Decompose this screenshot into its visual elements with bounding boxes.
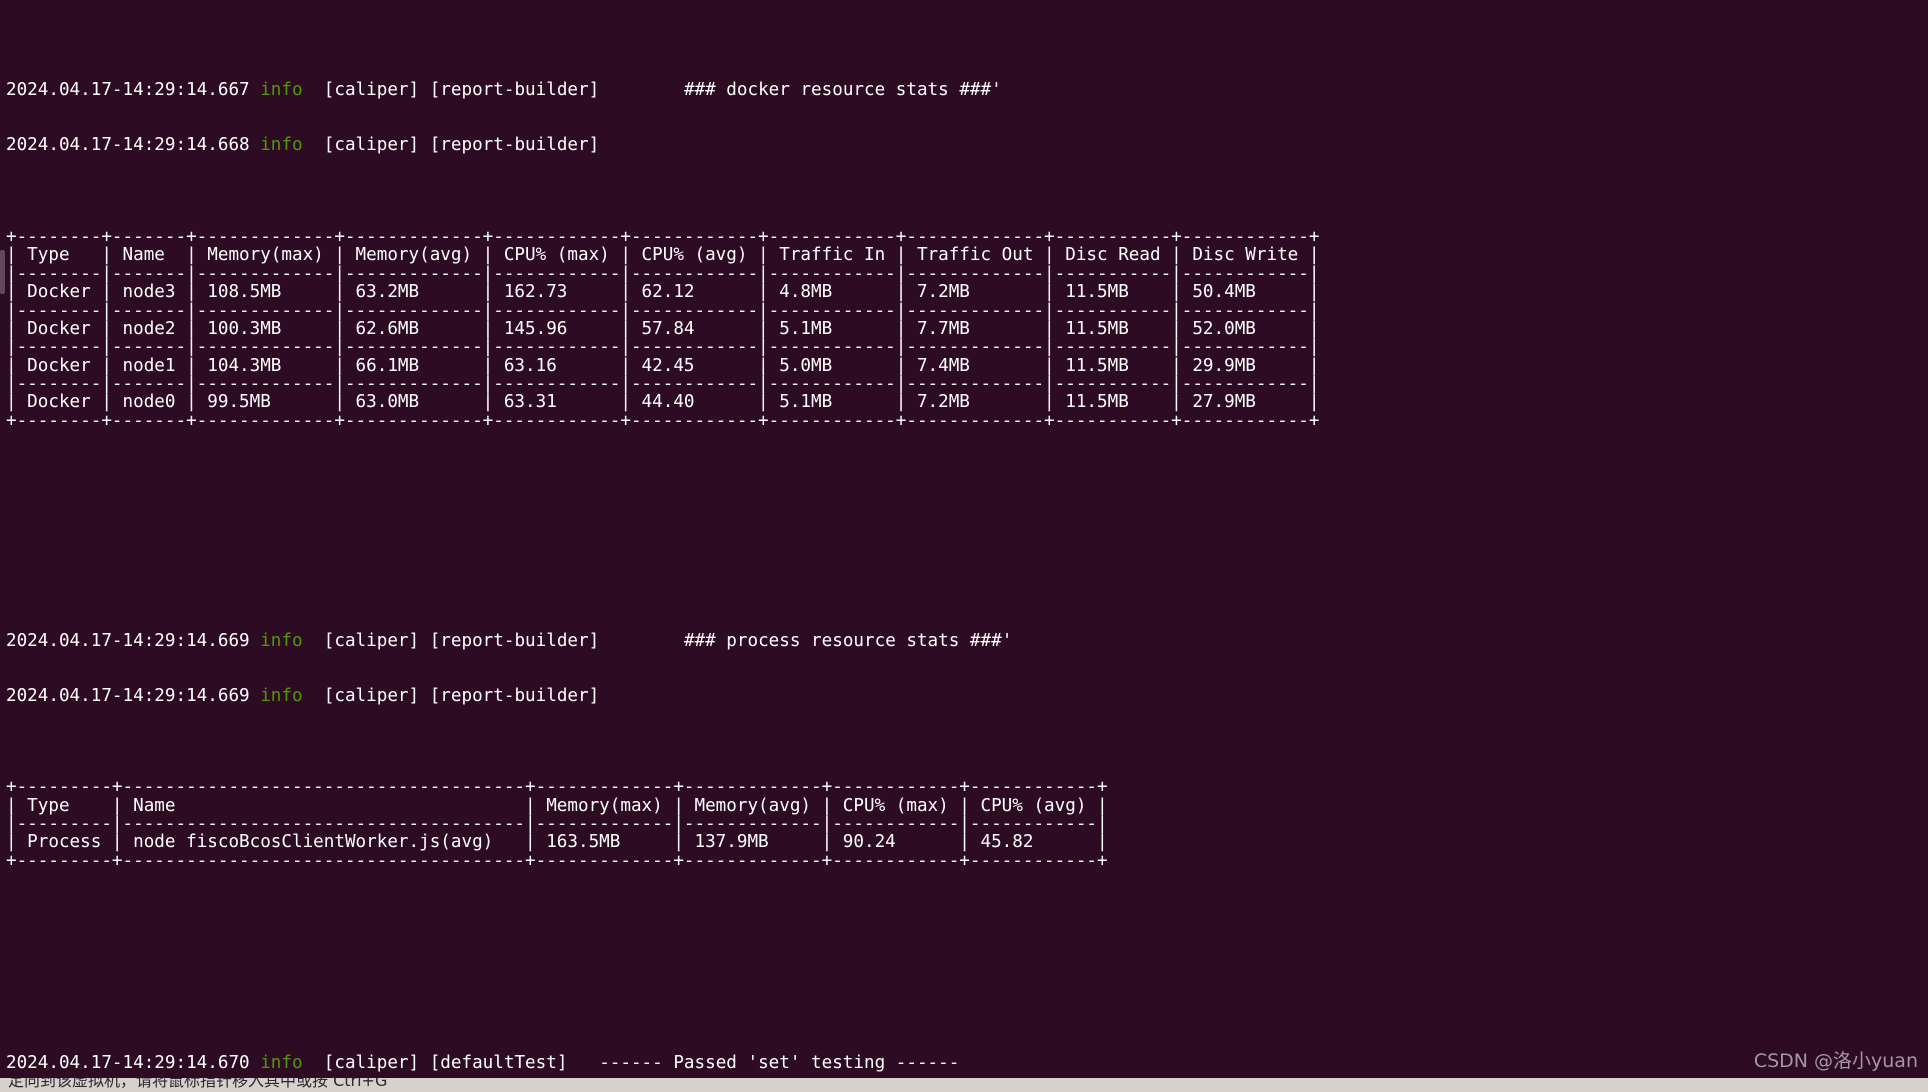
log-timestamp: 2024.04.17-14:29:14.669 [6, 630, 250, 651]
log-timestamp: 2024.04.17-14:29:14.667 [6, 80, 250, 101]
scrollbar-thumb[interactable] [0, 250, 5, 294]
watermark: CSDN @洛小yuan [1753, 1049, 1918, 1072]
table-row-separator: |--------|-------|-------------|--------… [6, 373, 1320, 394]
log-line-process-header-1: 2024.04.17-14:29:14.669 info [caliper] [… [6, 632, 1928, 650]
log-message: ------ Passed 'set' testing ------ [599, 1052, 960, 1073]
log-line-process-header-2: 2024.04.17-14:29:14.669 info [caliper] [… [6, 687, 1928, 705]
log-tags: [caliper] [report-builder] [323, 80, 600, 101]
table-border-bottom: +---------+-----------------------------… [6, 850, 1108, 871]
table-header-row: | Type | Name | Memory(max) | Memory(avg… [6, 795, 1108, 816]
log-level: info [260, 685, 303, 706]
table-row: | Docker | node1 | 104.3MB | 66.1MB | 63… [6, 355, 1320, 376]
log-line-docker-header-1: 2024.04.17-14:29:14.667 info [caliper] [… [6, 81, 1928, 99]
vm-status-bar-text: 定向到该虚拟机，请将鼠标指针移入其中或按 Ctrl+G [8, 1078, 388, 1090]
table-row: | Docker | node0 | 99.5MB | 63.0MB | 63.… [6, 392, 1320, 413]
log-level: info [260, 80, 303, 101]
table-row-separator: |---------|-----------------------------… [6, 814, 1108, 835]
table-row: | Docker | node3 | 108.5MB | 63.2MB | 16… [6, 282, 1320, 303]
log-tags: [caliper] [defaultTest] [323, 1052, 568, 1073]
log-tags: [caliper] [report-builder] [323, 685, 600, 706]
table-row-separator: |--------|-------|-------------|--------… [6, 337, 1320, 358]
log-timestamp: 2024.04.17-14:29:14.668 [6, 135, 250, 156]
table-row-separator: |--------|-------|-------------|--------… [6, 300, 1320, 321]
log-level: info [260, 135, 303, 156]
table-border-top: +---------+-----------------------------… [6, 777, 1108, 798]
table-header-row: | Type | Name | Memory(max) | Memory(avg… [6, 245, 1320, 266]
log-message: ### process resource stats ###' [683, 630, 1013, 651]
log-line-passed-set: 2024.04.17-14:29:14.670 info [caliper] [… [6, 1052, 1928, 1073]
table-row-separator: |--------|-------|-------------|--------… [6, 263, 1320, 284]
table-row: | Docker | node2 | 100.3MB | 62.6MB | 14… [6, 318, 1320, 339]
log-timestamp: 2024.04.17-14:29:14.670 [6, 1052, 250, 1073]
docker-resource-stats-table: +--------+-------+-------------+--------… [6, 228, 1928, 430]
terminal-window[interactable]: 2024.04.17-14:29:14.667 info [caliper] [… [0, 0, 1928, 1092]
table-row: | Process | node fiscoBcosClientWorker.j… [6, 832, 1108, 853]
table-border-bottom: +--------+-------+-------------+--------… [6, 410, 1320, 431]
log-level: info [260, 630, 303, 651]
log-message: ### docker resource stats ###' [683, 80, 1002, 101]
log-tags: [caliper] [report-builder] [323, 135, 600, 156]
log-timestamp: 2024.04.17-14:29:14.669 [6, 685, 250, 706]
log-tags: [caliper] [report-builder] [323, 630, 600, 651]
vm-status-bar[interactable]: 定向到该虚拟机，请将鼠标指针移入其中或按 Ctrl+G [0, 1078, 1928, 1092]
log-line-docker-header-2: 2024.04.17-14:29:14.668 info [caliper] [… [6, 136, 1928, 154]
process-resource-stats-table: +---------+-----------------------------… [6, 778, 1928, 870]
terminal-output: 2024.04.17-14:29:14.667 info [caliper] [… [6, 8, 1928, 1092]
log-level: info [260, 1052, 303, 1073]
table-border-top: +--------+-------+-------------+--------… [6, 227, 1320, 248]
